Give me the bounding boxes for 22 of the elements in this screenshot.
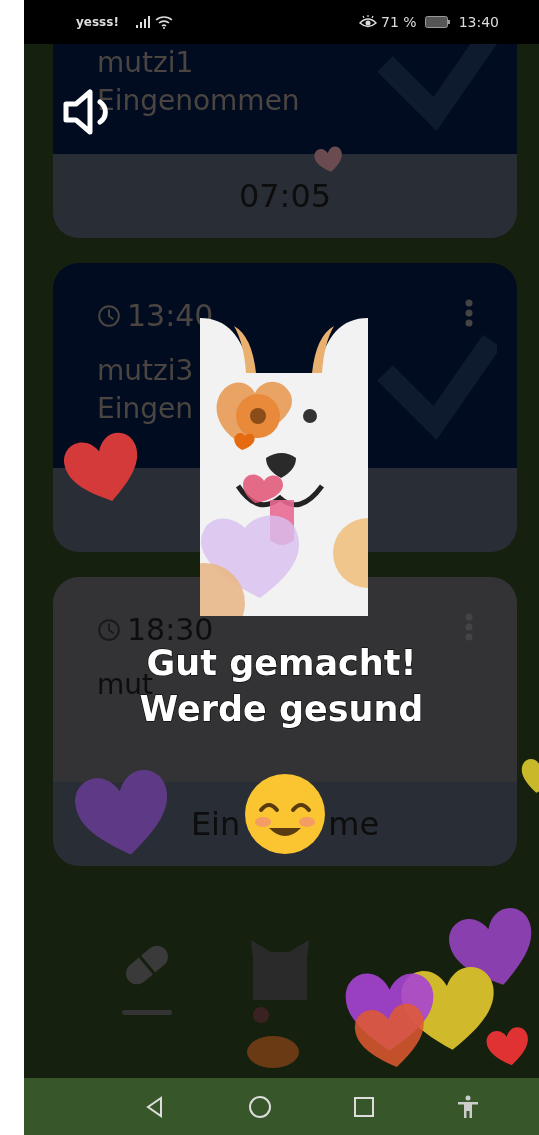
clock-icon [97, 303, 121, 328]
accessibility-button[interactable] [455, 1094, 480, 1119]
intake-status: Eingenommen [97, 83, 301, 119]
smiling-face-icon [243, 772, 327, 856]
recent-apps-icon [351, 1094, 376, 1119]
carrier-name: yesss! [76, 14, 119, 31]
battery-icon [424, 16, 451, 28]
medication-name: mutzi3 [97, 353, 195, 389]
medication-name: mutzi1 [97, 45, 195, 81]
wifi-icon [154, 15, 173, 29]
celebration-message: Werde gesund [139, 689, 424, 729]
recent-apps-button[interactable] [351, 1094, 376, 1119]
battery-percent: 71 % [381, 12, 417, 32]
accessibility-icon [455, 1094, 480, 1119]
home-icon [247, 1094, 272, 1119]
clock-icon [97, 617, 121, 642]
intake-status: Eingen [97, 391, 194, 427]
home-button[interactable] [247, 1094, 272, 1119]
signal-icon [134, 16, 151, 28]
eye-icon [359, 15, 378, 29]
checkmark-icon [377, 44, 497, 134]
status-time: 13:40 [458, 12, 499, 32]
